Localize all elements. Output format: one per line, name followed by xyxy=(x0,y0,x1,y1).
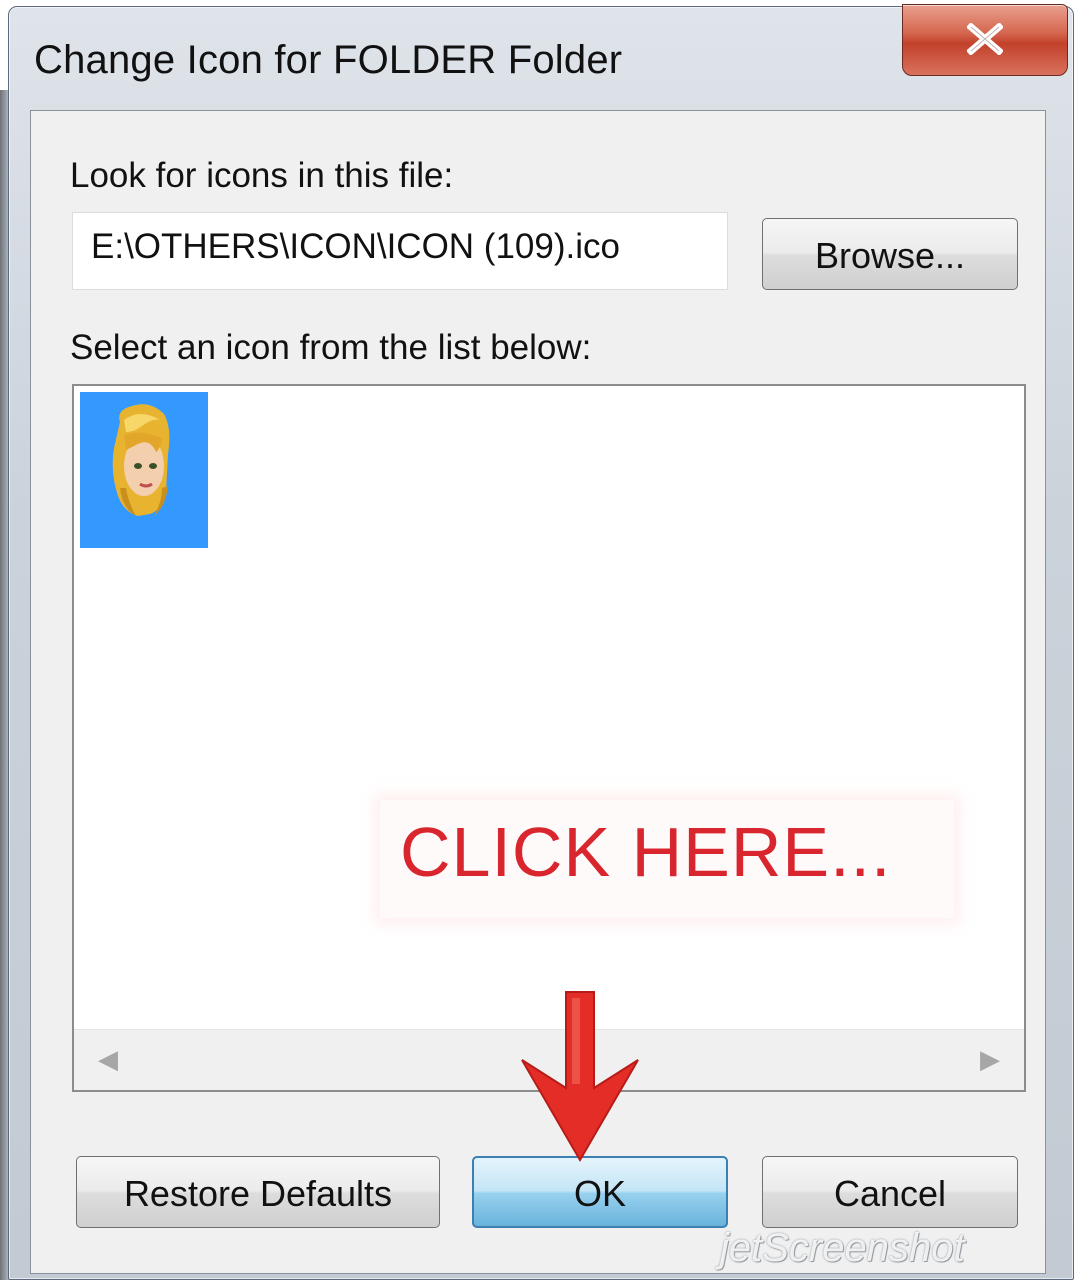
screenshot-canvas: Change Icon for FOLDER Folder Look for i… xyxy=(0,0,1078,1284)
scroll-left-icon[interactable]: ◀ xyxy=(98,1044,118,1075)
cancel-button[interactable]: Cancel xyxy=(762,1156,1018,1228)
scroll-right-icon[interactable]: ▶ xyxy=(980,1044,1000,1075)
icon-list-item[interactable] xyxy=(80,392,208,548)
close-icon xyxy=(967,23,1003,55)
icon-list-label: Select an icon from the list below: xyxy=(70,328,592,367)
file-label: Look for icons in this file: xyxy=(70,156,454,195)
icon-file-path-input[interactable]: E:\OTHERS\ICON\ICON (109).ico xyxy=(72,212,728,290)
blonde-girl-avatar-icon xyxy=(112,404,170,516)
close-button[interactable] xyxy=(902,4,1068,76)
click-here-callout: CLICK HERE... xyxy=(380,800,954,918)
ok-button[interactable]: OK xyxy=(472,1156,728,1228)
dialog-title: Change Icon for FOLDER Folder xyxy=(34,38,623,82)
watermark: jetScreenshot xyxy=(720,1226,965,1270)
browse-button[interactable]: Browse... xyxy=(762,218,1018,290)
icon-listbox[interactable]: ◀ ▶ xyxy=(72,384,1026,1092)
restore-defaults-button[interactable]: Restore Defaults xyxy=(76,1156,440,1228)
callout-text: CLICK HERE... xyxy=(400,813,892,891)
red-down-arrow-icon xyxy=(521,991,639,1162)
